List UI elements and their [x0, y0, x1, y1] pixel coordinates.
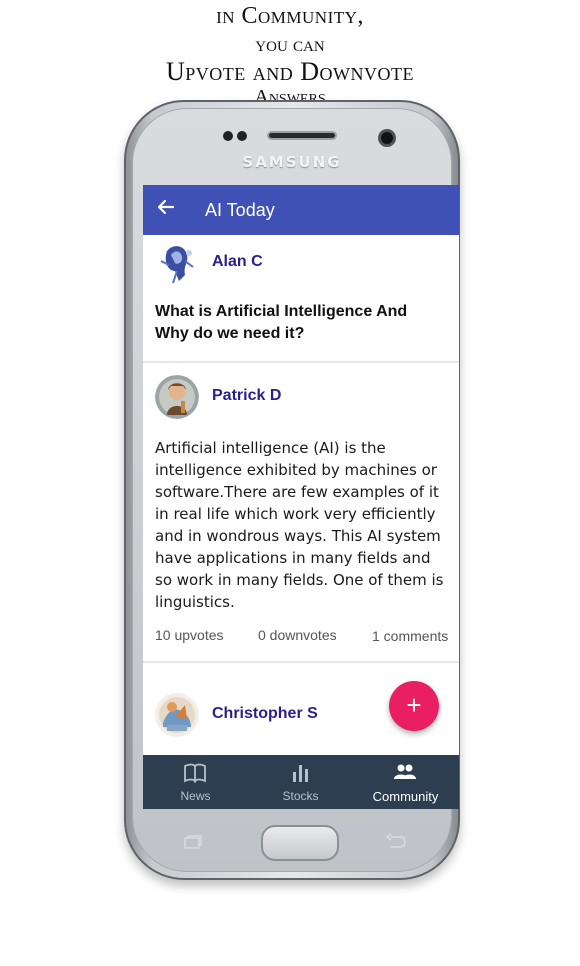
nav-label: News: [180, 789, 211, 803]
author-name[interactable]: Alan C: [212, 253, 263, 271]
phone-frame: SAMSUNG AI Today Alan C What is Artifici…: [124, 100, 460, 880]
home-button[interactable]: [261, 825, 339, 861]
arrow-left-icon[interactable]: [157, 198, 175, 221]
nav-item-news[interactable]: News: [143, 755, 248, 809]
answer-text: Artificial intelligence (AI) is the inte…: [155, 439, 444, 611]
sensor-dots: [223, 131, 251, 141]
headline-line-2: you can: [255, 32, 325, 56]
app-screen: AI Today Alan C What is Artificial Intel…: [143, 185, 459, 809]
nav-label: Stocks: [282, 789, 319, 803]
question-card[interactable]: Alan C What is Artificial Intelligence A…: [143, 235, 459, 359]
avatar[interactable]: [155, 241, 199, 285]
question-text[interactable]: What is Artificial Intelligence And Why …: [155, 301, 445, 345]
back-key[interactable]: [385, 833, 407, 851]
avatar[interactable]: [155, 375, 199, 419]
headline-line-1: in Community,: [216, 3, 364, 29]
nav-label: Community: [372, 789, 439, 804]
bottom-navigation: News Stocks Community: [143, 755, 459, 809]
people-icon: [394, 763, 416, 783]
device-brand-logo: SAMSUNG: [242, 153, 342, 171]
author-name[interactable]: Patrick D: [212, 387, 281, 405]
downvote-count[interactable]: 0 downvotes: [258, 627, 337, 643]
page-title: AI Today: [205, 200, 275, 220]
app-bar: AI Today: [143, 185, 459, 235]
book-icon: [184, 763, 206, 784]
comment-count[interactable]: 1 comments: [372, 627, 452, 645]
earpiece-speaker: [267, 131, 337, 140]
avatar[interactable]: [155, 693, 199, 737]
nav-item-stocks[interactable]: Stocks: [248, 755, 353, 809]
add-icon[interactable]: +: [389, 681, 439, 731]
upvote-count[interactable]: 10 upvotes: [155, 627, 224, 643]
headline-line-3: Upvote and Downvote: [165, 57, 415, 86]
bar-chart-icon: [289, 763, 311, 783]
recent-apps-key[interactable]: [183, 834, 203, 850]
nav-item-community[interactable]: Community: [353, 755, 458, 809]
phone-body: SAMSUNG AI Today Alan C What is Artifici…: [132, 108, 459, 872]
promo-headline: in Community, you can Upvote and Downvot…: [0, 4, 580, 107]
answer-card: Patrick D Artificial intelligence (AI) i…: [143, 363, 459, 661]
front-camera: [378, 129, 396, 147]
author-name[interactable]: Christopher S: [212, 705, 318, 723]
